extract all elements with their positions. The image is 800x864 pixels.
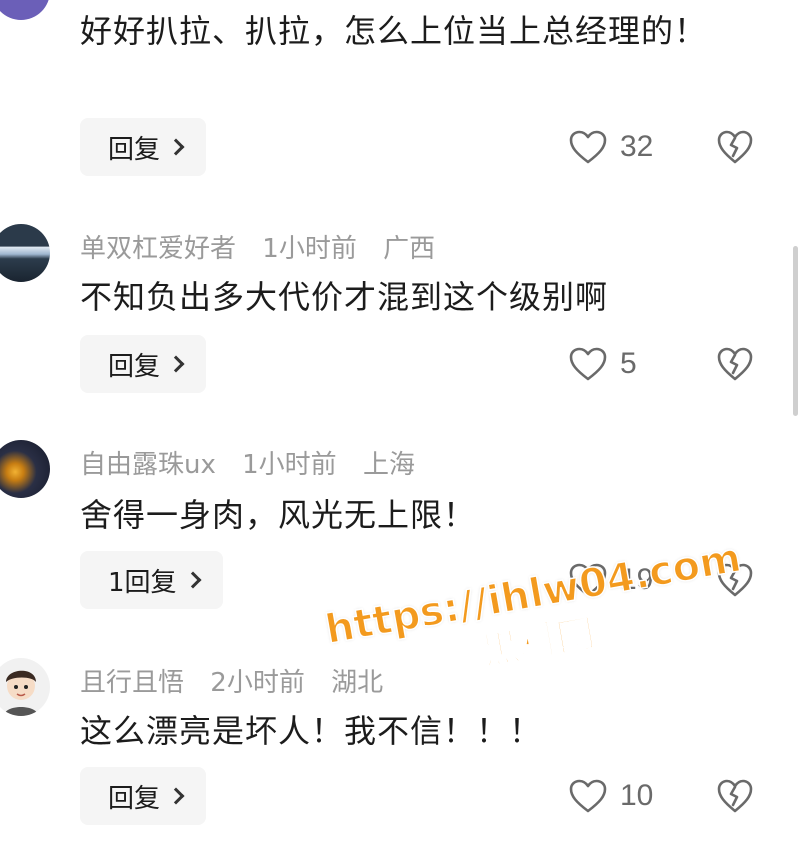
broken-heart-icon[interactable] bbox=[716, 129, 754, 165]
avatar[interactable] bbox=[0, 0, 50, 20]
reply-button[interactable]: 回复 bbox=[80, 767, 207, 825]
chevron-right-icon bbox=[184, 571, 202, 589]
heart-icon bbox=[569, 130, 607, 164]
timestamp: 1小时前 bbox=[242, 450, 337, 480]
comment-text: 这么漂亮是坏人！我不信！！！ bbox=[80, 712, 543, 750]
comment-text: 舍得一身肉，风光无上限！ bbox=[80, 496, 477, 534]
reply-label: 回复 bbox=[108, 783, 161, 814]
username[interactable]: 单双杠爱好者 bbox=[80, 234, 236, 264]
chevron-right-icon bbox=[167, 138, 185, 156]
comment-meta: 单双杠爱好者 1小时前 广西 bbox=[80, 228, 453, 265]
timestamp: 1小时前 bbox=[262, 234, 357, 264]
username[interactable]: 自由露珠ux bbox=[80, 450, 216, 480]
comment-meta: 自由露珠ux 1小时前 上海 bbox=[80, 444, 433, 481]
username[interactable]: 且行且悟 bbox=[80, 668, 184, 698]
reply-label: 1回复 bbox=[108, 567, 177, 598]
cartoon-avatar-icon bbox=[4, 670, 38, 716]
heart-icon bbox=[569, 347, 607, 381]
location: 广西 bbox=[383, 234, 436, 264]
reply-label: 回复 bbox=[108, 351, 161, 382]
reply-button[interactable]: 1回复 bbox=[80, 551, 223, 609]
location: 上海 bbox=[362, 450, 415, 480]
like-count: 5 bbox=[620, 347, 637, 380]
chevron-right-icon bbox=[167, 787, 185, 805]
broken-heart-icon[interactable] bbox=[716, 778, 754, 814]
like-button[interactable]: 5 bbox=[568, 346, 637, 382]
like-button[interactable]: 10 bbox=[568, 778, 653, 814]
comment-text: 好好扒拉、扒拉，怎么上位当上总经理的！ bbox=[80, 12, 708, 50]
reply-button[interactable]: 回复 bbox=[80, 118, 207, 176]
comment-text: 不知负出多大代价才混到这个级别啊 bbox=[80, 278, 609, 316]
avatar[interactable] bbox=[0, 224, 50, 282]
scrollbar[interactable] bbox=[793, 246, 798, 416]
watermark: https://ihlw04.com 黑料网 bbox=[321, 534, 753, 702]
chevron-right-icon bbox=[167, 355, 185, 373]
like-count: 10 bbox=[620, 779, 654, 812]
heart-icon bbox=[569, 779, 607, 813]
like-count: 32 bbox=[620, 130, 654, 163]
avatar[interactable] bbox=[0, 440, 50, 498]
broken-heart-icon[interactable] bbox=[716, 346, 754, 382]
avatar[interactable] bbox=[0, 658, 50, 716]
like-button[interactable]: 32 bbox=[568, 129, 653, 165]
timestamp: 2小时前 bbox=[210, 668, 305, 698]
reply-button[interactable]: 回复 bbox=[80, 335, 207, 393]
reply-label: 回复 bbox=[108, 134, 161, 165]
